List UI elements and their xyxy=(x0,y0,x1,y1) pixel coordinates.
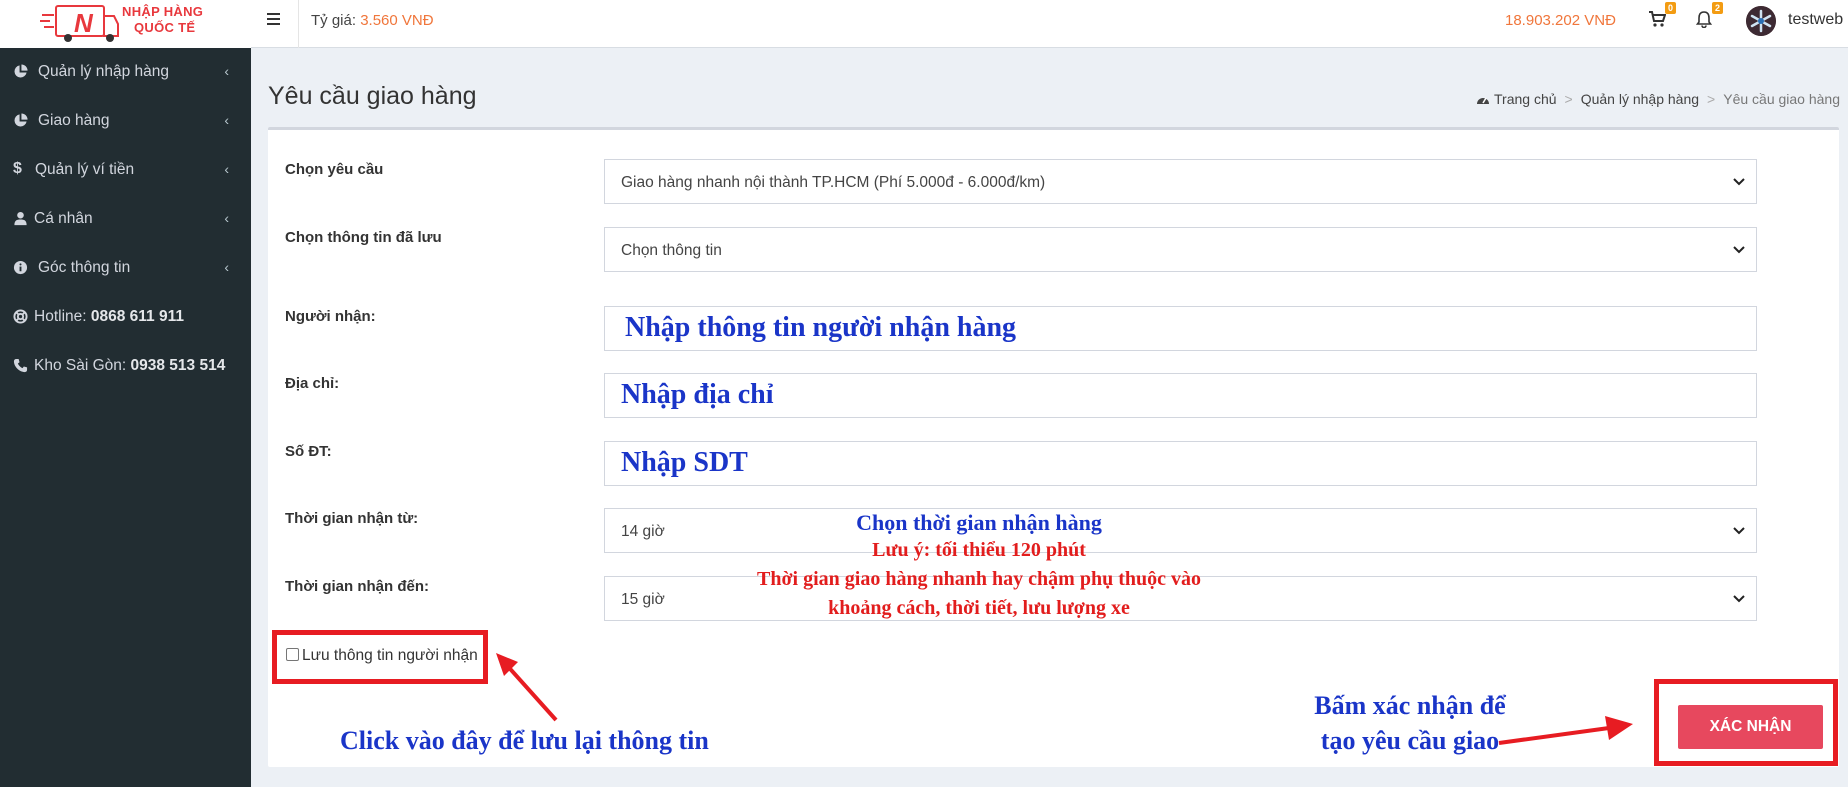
username[interactable]: testweb xyxy=(1788,11,1843,29)
sidebar-item-personal[interactable]: Cá nhân ‹ xyxy=(0,195,251,244)
chevron-down-icon xyxy=(1733,178,1745,186)
phone-icon xyxy=(13,358,28,373)
page-title: Yêu cầu giao hàng xyxy=(268,82,477,110)
avatar[interactable] xyxy=(1746,6,1776,36)
save-hint-annotation: Click vào đây để lưu lại thông tin xyxy=(340,726,709,755)
warehouse-number: 0938 513 514 xyxy=(130,357,226,374)
brand-name-line1: NHẬP HÀNG xyxy=(122,4,204,19)
saved-info-value: Chọn thông tin xyxy=(621,242,722,259)
sidebar-item-label: Cá nhân xyxy=(34,210,93,227)
warehouse-text: Kho Sài Gòn: 0938 513 514 xyxy=(34,357,225,375)
chevron-left-icon: ‹ xyxy=(224,161,229,177)
sidebar-item-label: Quản lý ví tiền xyxy=(35,161,135,178)
address-input[interactable]: Nhập địa chỉ xyxy=(604,373,1757,418)
save-receiver-label: Lưu thông tin người nhận xyxy=(302,647,478,664)
request-type-label: Chọn yêu cầu xyxy=(285,161,384,178)
top-navbar: Tỷ giá: 3.560 VNĐ 18.903.202 VNĐ 0 2 tes… xyxy=(251,0,1848,48)
save-receiver-checkbox[interactable]: Lưu thông tin người nhận xyxy=(286,647,478,665)
time-annotation-title: Chọn thời gian nhận hàng xyxy=(856,510,1102,535)
hotline-text: Hotline: 0868 611 911 xyxy=(34,308,184,326)
speed-annotation-line2: khoảng cách, thời tiết, lưu lượng xe xyxy=(828,597,1130,619)
chevron-left-icon: ‹ xyxy=(224,63,229,79)
arrow-to-checkbox-icon xyxy=(496,653,558,722)
request-type-value: Giao hàng nhanh nội thành TP.HCM (Phí 5.… xyxy=(621,174,1046,191)
info-icon xyxy=(13,260,28,275)
user-icon xyxy=(14,211,27,226)
checkbox-square[interactable] xyxy=(286,648,299,661)
speed-annotation-line1: Thời gian giao hàng nhanh hay chậm phụ t… xyxy=(756,568,1201,590)
sidebar-item-wallet[interactable]: $ Quản lý ví tiền ‹ xyxy=(0,146,251,195)
breadcrumb-current: Yêu cầu giao hàng xyxy=(1723,91,1840,107)
brand-name-line2: QUỐC TẾ xyxy=(134,20,196,35)
cart-button[interactable]: 0 xyxy=(1648,2,1676,32)
chevron-left-icon: ‹ xyxy=(224,112,229,128)
warehouse-label: Kho Sài Gòn: xyxy=(34,357,127,374)
receiver-label: Người nhận: xyxy=(285,308,376,325)
time-from-select[interactable]: 14 giờ xyxy=(604,508,1757,553)
address-label: Địa chỉ: xyxy=(285,375,340,392)
breadcrumb: Trang chủ > Quản lý nhập hàng > Yêu cầu giao… xyxy=(1476,91,1840,107)
cart-count-badge: 0 xyxy=(1664,2,1676,14)
chevron-left-icon: ‹ xyxy=(224,259,229,275)
phone-annotation: Nhập SDT xyxy=(621,447,748,478)
chevron-down-icon xyxy=(1733,527,1745,535)
phone-label: Số ĐT: xyxy=(285,443,332,460)
hotline-label: Hotline: xyxy=(34,308,87,325)
sidebar-item-label: Quản lý nhập hàng xyxy=(38,63,169,80)
receiver-annotation: Nhập thông tin người nhận hàng xyxy=(625,312,1017,343)
shopping-cart-icon xyxy=(1649,11,1667,27)
sidebar-hotline[interactable]: Hotline: 0868 611 911 xyxy=(0,293,251,342)
dashboard-icon xyxy=(1477,97,1490,104)
request-type-select[interactable]: Giao hàng nhanh nội thành TP.HCM (Phí 5.… xyxy=(604,159,1757,204)
time-annotation-note: Lưu ý: tối thiểu 120 phút xyxy=(872,539,1086,561)
pie-chart-icon xyxy=(14,113,28,127)
bell-icon xyxy=(1695,11,1713,29)
exchange-rate-value: 3.560 VNĐ xyxy=(360,12,434,29)
breadcrumb-separator: > xyxy=(1707,91,1716,107)
sidebar-item-label: Giao hàng xyxy=(38,112,110,129)
pie-chart-icon xyxy=(14,64,28,78)
menu-toggle-button[interactable] xyxy=(263,10,285,32)
sidebar-item-delivery[interactable]: Giao hàng ‹ xyxy=(0,97,251,146)
time-to-value: 15 giờ xyxy=(621,591,665,608)
breadcrumb-home[interactable]: Trang chủ xyxy=(1494,91,1557,107)
lifebuoy-icon xyxy=(13,309,28,324)
exchange-rate-label: Tỷ giá: xyxy=(311,12,357,29)
sidebar-warehouse-phone[interactable]: Kho Sài Gòn: 0938 513 514 xyxy=(0,342,251,391)
notification-count-badge: 2 xyxy=(1711,2,1723,14)
address-annotation: Nhập địa chỉ xyxy=(621,379,774,410)
exchange-rate: Tỷ giá: 3.560 VNĐ xyxy=(311,12,434,29)
chevron-down-icon xyxy=(1733,246,1745,254)
saved-info-select[interactable]: Chọn thông tin xyxy=(604,227,1757,272)
confirm-hint-line2: tạo yêu cầu giao xyxy=(1320,726,1500,755)
confirm-hint-line1: Bấm xác nhận để xyxy=(1314,691,1506,720)
notifications-button[interactable]: 2 xyxy=(1695,2,1723,32)
phone-input[interactable]: Nhập SDT xyxy=(604,441,1757,486)
dollar-icon: $ xyxy=(13,160,22,177)
saved-info-label: Chọn thông tin đã lưu xyxy=(285,229,442,246)
confirm-button[interactable]: XÁC NHẬN xyxy=(1678,705,1823,749)
svg-text:N: N xyxy=(74,8,94,38)
brand-logo[interactable]: N NHẬP HÀNG QUỐC TẾ xyxy=(0,0,251,48)
chevron-left-icon: ‹ xyxy=(224,210,229,226)
breadcrumb-separator: > xyxy=(1564,91,1573,107)
wallet-balance[interactable]: 18.903.202 VNĐ xyxy=(1505,12,1616,29)
avatar-snowflake-icon xyxy=(1746,6,1776,36)
time-from-label: Thời gian nhận từ: xyxy=(285,510,419,527)
navbar-divider xyxy=(298,0,299,48)
truck-logo-icon: N xyxy=(40,5,119,42)
receiver-input[interactable]: Nhập thông tin người nhận hàng xyxy=(604,306,1757,351)
chevron-down-icon xyxy=(1733,595,1745,603)
hotline-number: 0868 611 911 xyxy=(90,308,184,325)
time-to-label: Thời gian nhận đến: xyxy=(285,578,429,595)
breadcrumb-import-management[interactable]: Quản lý nhập hàng xyxy=(1581,91,1699,107)
time-from-value: 14 giờ xyxy=(621,523,665,540)
sidebar: Quản lý nhập hàng ‹ Giao hàng ‹ $ Quản l… xyxy=(0,48,251,787)
sidebar-item-label: Góc thông tin xyxy=(38,259,131,276)
sidebar-item-info-corner[interactable]: Góc thông tin ‹ xyxy=(0,244,251,293)
sidebar-item-import-management[interactable]: Quản lý nhập hàng ‹ xyxy=(0,48,251,97)
